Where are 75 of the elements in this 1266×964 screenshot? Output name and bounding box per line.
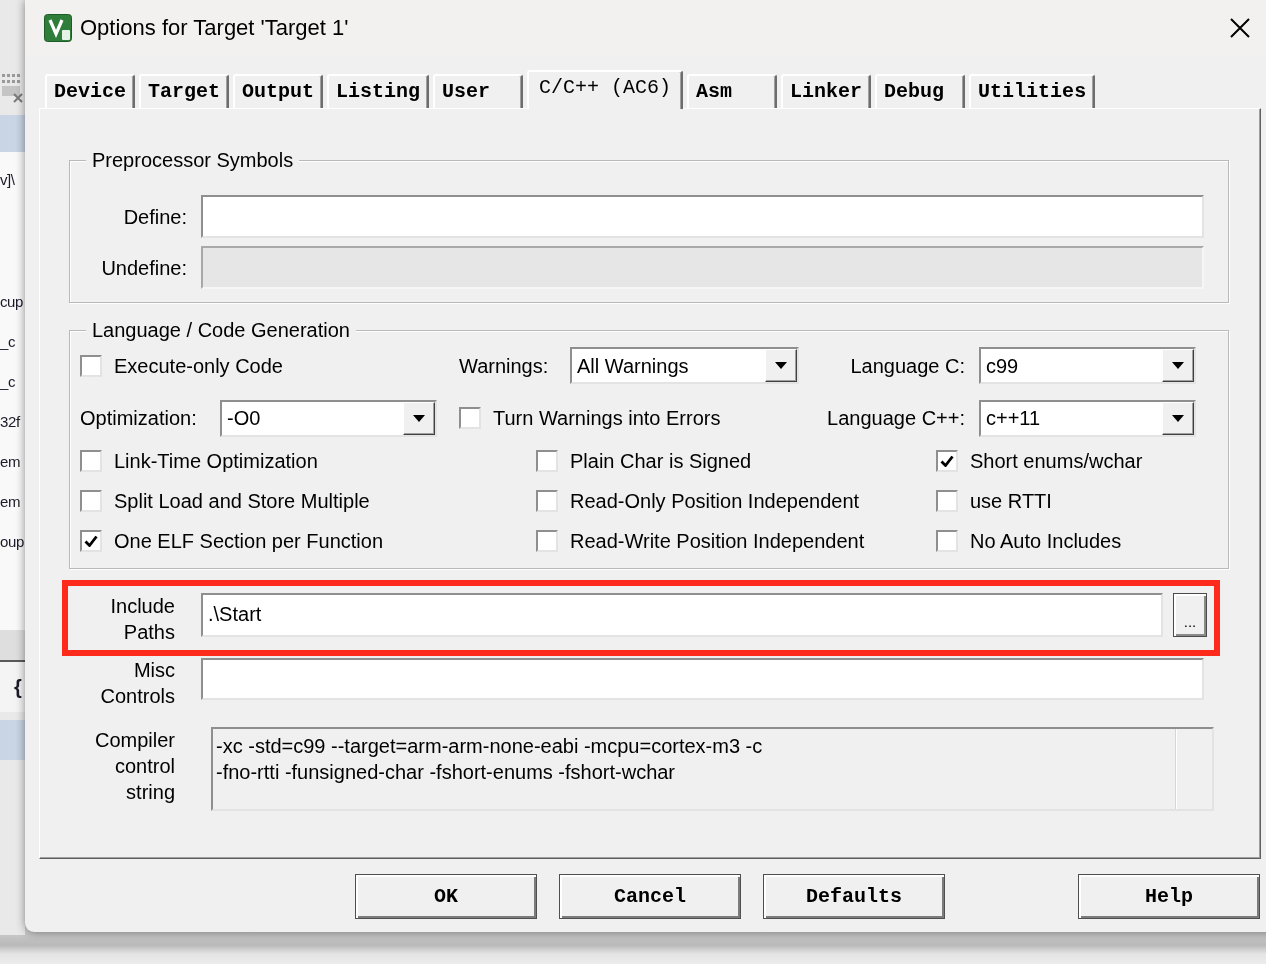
text-field[interactable] (201, 195, 1204, 238)
list-item-text: em (0, 492, 21, 512)
checkbox-label: Read-Only Position Independent (570, 489, 860, 513)
dialog-button[interactable]: Defaults (763, 874, 945, 919)
dialog-button[interactable]: Cancel (559, 874, 741, 919)
read-only-text-area: -xc -std=c99 --target=arm-arm-none-eabi -mcpu=cortex-m3 -c -fno-rtti -funsigned-char -fshort-enums -fshort-wchar (211, 727, 1214, 811)
dropdown[interactable]: -O0 (220, 399, 437, 437)
checkbox-label: Plain Char is Signed (570, 449, 752, 473)
splitter-bar (0, 630, 25, 662)
caret-icon (1172, 414, 1184, 422)
dropdown-label: Language C++: (827, 406, 965, 430)
list-item-text: v]\ (0, 170, 15, 190)
list-item-text: oup (0, 532, 24, 552)
field-label: Define: (122, 204, 187, 229)
checkbox-label: Split Load and Store Multiple (114, 489, 370, 513)
tab[interactable]: Linker (781, 74, 872, 108)
list-item-text: _c (0, 332, 16, 352)
field-label: Undefine: (100, 255, 187, 280)
dropdown-label: Warnings: (459, 353, 550, 378)
header-bar (0, 115, 25, 152)
checkmark-icon (940, 455, 954, 467)
checkbox-label: One ELF Section per Function (114, 529, 384, 553)
checkbox-label: Turn Warnings into Errors (493, 406, 721, 430)
tab[interactable]: Asm (687, 74, 778, 108)
checkbox[interactable] (936, 490, 958, 512)
caret-icon (775, 362, 787, 369)
checkbox[interactable] (936, 530, 958, 552)
dropdown-label: Optimization: (80, 406, 198, 430)
checkbox[interactable] (459, 407, 481, 429)
list-item-text: 32f (0, 412, 20, 432)
app-logo-icon (44, 13, 72, 42)
checkbox[interactable] (936, 450, 958, 472)
caret-icon (1172, 362, 1184, 369)
field-label: Misc Controls (99, 658, 175, 709)
checkbox[interactable] (536, 450, 558, 472)
checkbox-label: use RTTI (970, 489, 1052, 513)
tab[interactable]: Device (45, 74, 135, 108)
text-field[interactable] (201, 658, 1204, 700)
checkbox-label: No Auto Includes (970, 529, 1122, 553)
checkbox[interactable] (80, 450, 102, 472)
checkbox[interactable] (80, 490, 102, 512)
field-label: Include Paths (109, 594, 175, 645)
checkbox-label: Execute-only Code (114, 353, 283, 378)
checkbox-label: Link-Time Optimization (114, 449, 318, 473)
dropdown[interactable]: All Warnings (570, 347, 799, 384)
header-bar (0, 720, 25, 760)
close-icon (1230, 17, 1250, 38)
dialog-button[interactable]: Help (1078, 874, 1260, 919)
dropdown[interactable]: c99 (979, 347, 1196, 384)
list-item-text: em (0, 452, 21, 472)
checkbox[interactable] (536, 490, 558, 512)
caret-icon (413, 414, 425, 422)
tab[interactable]: C/C++ (AC6) (527, 70, 684, 109)
tab[interactable]: Listing (327, 74, 430, 108)
dropdown[interactable]: c++11 (979, 399, 1196, 437)
dialog-button[interactable]: OK (355, 874, 537, 919)
field-label: Compiler control string (93, 728, 175, 805)
tab[interactable]: Debug (875, 74, 966, 108)
checkmark-icon (84, 535, 98, 547)
checkbox-label: Short enums/wchar (970, 449, 1143, 473)
tab[interactable]: Output (233, 74, 324, 108)
list-item-text: cup (0, 292, 23, 312)
text-field[interactable]: .\Start (201, 593, 1163, 637)
window-title: Options for Target 'Target 1' (80, 13, 349, 42)
checkbox[interactable] (536, 530, 558, 552)
tab[interactable]: Target (139, 74, 230, 108)
code-text: { (14, 675, 22, 699)
browse-button[interactable]: ... (1173, 593, 1207, 637)
list-item-text: _c (0, 372, 16, 392)
dropdown-label: Language C: (850, 353, 965, 378)
checkbox-label: Read-Write Position Independent (570, 529, 865, 553)
checkbox[interactable] (80, 354, 102, 377)
tab[interactable]: User (433, 74, 524, 108)
checkbox[interactable] (80, 530, 102, 552)
tab[interactable]: Utilities (969, 74, 1096, 108)
